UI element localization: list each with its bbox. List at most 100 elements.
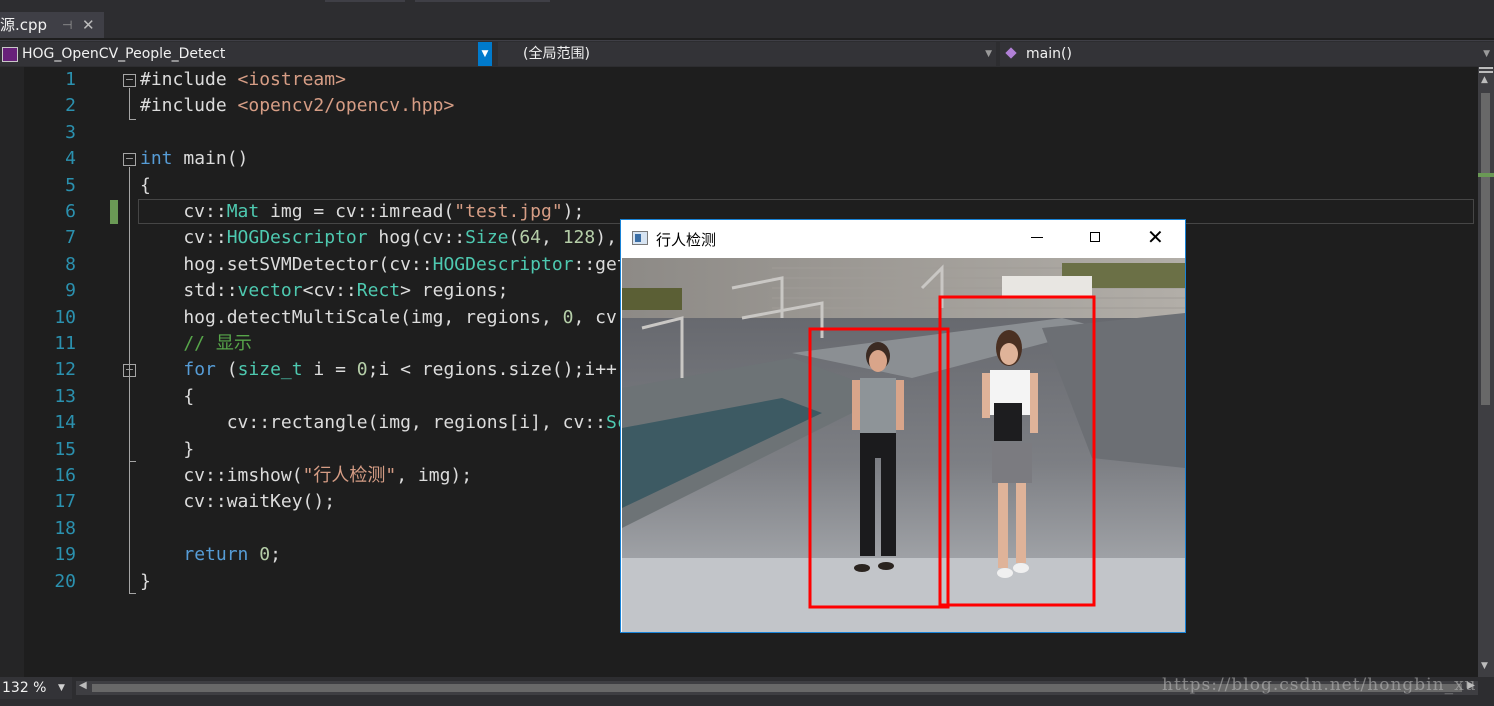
code-token: 128 bbox=[562, 227, 596, 249]
window-title: 行人检测 bbox=[656, 231, 717, 249]
code-token: img = cv::imread( bbox=[259, 201, 455, 222]
chevron-down-icon[interactable]: ▼ bbox=[58, 677, 65, 699]
line-number: 18 bbox=[54, 517, 76, 539]
collapse-icon[interactable]: − bbox=[123, 153, 136, 166]
scrollbar-thumb[interactable] bbox=[1481, 93, 1490, 405]
line-number: 13 bbox=[54, 385, 76, 407]
code-token: hog(cv:: bbox=[367, 227, 466, 249]
code-line[interactable]: cv::Mat img = cv::imread("test.jpg"); bbox=[140, 199, 584, 225]
code-token: return bbox=[183, 544, 249, 566]
split-handle-icon[interactable] bbox=[1479, 67, 1493, 73]
code-line[interactable]: return 0; bbox=[140, 542, 281, 568]
project-dropdown[interactable]: HOG_OpenCV_People_Detect ▼ bbox=[0, 42, 492, 66]
code-token: cv:: bbox=[140, 201, 227, 222]
tab-source-file[interactable]: 源.cpp ⊣ ✕ bbox=[0, 12, 104, 38]
line-number: 10 bbox=[54, 306, 76, 328]
code-token: "test.jpg" bbox=[454, 201, 563, 222]
code-token: { bbox=[140, 174, 151, 196]
window-titlebar[interactable]: 行人检测 ✕ bbox=[621, 220, 1185, 258]
pin-icon[interactable]: ⊣ bbox=[62, 12, 72, 38]
scroll-down-icon[interactable]: ▼ bbox=[1481, 661, 1488, 671]
project-icon bbox=[2, 47, 18, 62]
minimize-button[interactable] bbox=[1009, 220, 1067, 256]
tab-label: 源.cpp bbox=[0, 16, 48, 34]
code-line[interactable]: { bbox=[140, 384, 194, 410]
line-number: 4 bbox=[65, 148, 76, 170]
code-token: size_t bbox=[237, 359, 303, 381]
code-line[interactable]: int main() bbox=[140, 146, 248, 172]
code-line[interactable]: cv::imshow("行人检测", img); bbox=[140, 463, 472, 489]
code-line[interactable]: #include <opencv2/opencv.hpp> bbox=[140, 93, 454, 119]
code-token: hog.setSVMDetector(cv:: bbox=[140, 253, 433, 275]
line-number: 20 bbox=[54, 570, 76, 592]
code-token: 0 bbox=[562, 306, 574, 328]
code-token: vector bbox=[237, 280, 303, 302]
close-button[interactable]: ✕ bbox=[1125, 220, 1183, 256]
scrollbar-change-mark bbox=[1478, 173, 1494, 177]
code-token: "行人检测" bbox=[302, 465, 397, 486]
maximize-button[interactable] bbox=[1067, 220, 1125, 256]
code-token: std:: bbox=[140, 280, 238, 302]
collapse-icon[interactable]: − bbox=[123, 74, 136, 87]
code-line[interactable]: for (size_t i = 0;i < regions.size();i++… bbox=[140, 357, 627, 383]
project-name: HOG_OpenCV_People_Detect bbox=[22, 46, 226, 62]
scroll-up-icon[interactable]: ▲ bbox=[1481, 75, 1488, 85]
hedge bbox=[622, 288, 682, 310]
outline-guide bbox=[129, 88, 130, 119]
chevron-down-icon[interactable]: ▼ bbox=[985, 42, 992, 66]
vertical-scrollbar[interactable]: ▲ ▼ bbox=[1478, 67, 1494, 677]
code-token: cv::imshow( bbox=[140, 465, 303, 486]
zoom-level: 132 % bbox=[2, 680, 47, 696]
outline-guide bbox=[129, 167, 130, 593]
code-line[interactable]: } bbox=[140, 437, 194, 463]
scope-name: (全局范围) bbox=[523, 46, 590, 62]
code-token: Rect bbox=[356, 280, 401, 302]
collapse-icon[interactable]: − bbox=[123, 364, 136, 377]
code-line[interactable]: cv::rectangle(img, regions[i], cv::Sc bbox=[140, 410, 628, 436]
chevron-down-icon[interactable]: ▼ bbox=[478, 42, 492, 66]
close-icon[interactable]: ✕ bbox=[82, 12, 95, 38]
code-token: #include bbox=[140, 69, 238, 90]
minimize-icon bbox=[1031, 237, 1043, 238]
code-token: ), bbox=[595, 227, 617, 249]
line-number: 8 bbox=[65, 253, 76, 275]
outline-guide-end bbox=[129, 593, 136, 594]
function-name: main() bbox=[1026, 46, 1072, 62]
code-token: // 显示 bbox=[140, 333, 252, 354]
line-number: 17 bbox=[54, 491, 76, 513]
code-line[interactable]: cv::HOGDescriptor hog(cv::Size(64, 128), bbox=[140, 225, 617, 251]
code-line[interactable]: // 显示 bbox=[140, 331, 252, 357]
code-line[interactable]: cv::waitKey(); bbox=[140, 489, 335, 515]
code-token: i = bbox=[302, 359, 357, 381]
code-line[interactable]: hog.detectMultiScale(img, regions, 0, cv… bbox=[140, 305, 627, 331]
code-line[interactable]: } bbox=[140, 569, 151, 595]
code-token: int bbox=[140, 148, 173, 170]
line-number: 2 bbox=[65, 95, 76, 117]
line-number: 12 bbox=[54, 359, 76, 381]
tab-strip-divider bbox=[325, 0, 405, 2]
zoom-dropdown[interactable]: 132 % ▼ bbox=[0, 677, 72, 699]
code-token: > regions; bbox=[400, 280, 509, 302]
code-token: ; bbox=[270, 544, 281, 566]
code-token: <opencv2/opencv.hpp> bbox=[237, 95, 455, 117]
tab-strip-divider bbox=[415, 0, 550, 2]
code-line[interactable]: hog.setSVMDetector(cv::HOGDescriptor::ge… bbox=[140, 252, 627, 278]
code-line[interactable]: #include <iostream> bbox=[140, 67, 346, 93]
code-token: <cv:: bbox=[302, 280, 357, 302]
chevron-down-icon[interactable]: ▼ bbox=[1483, 42, 1490, 66]
editor-bottom-bar: 132 % ▼ ◀ ▶ https://blog.csdn.net/hongbi… bbox=[0, 675, 1494, 706]
watermark-text: https://blog.csdn.net/hongbin_xu bbox=[1162, 675, 1477, 695]
outline-guide-end bbox=[129, 461, 136, 462]
line-number: 15 bbox=[54, 438, 76, 460]
code-line[interactable]: std::vector<cv::Rect> regions; bbox=[140, 278, 509, 304]
line-number: 5 bbox=[65, 174, 76, 196]
code-line[interactable]: { bbox=[140, 173, 151, 199]
scroll-left-icon[interactable]: ◀ bbox=[79, 680, 87, 691]
function-dropdown[interactable]: main() ▼ bbox=[1000, 42, 1494, 66]
tab-strip: 源.cpp ⊣ ✕ bbox=[0, 0, 1494, 38]
scope-dropdown[interactable]: (全局范围) ▼ bbox=[498, 42, 996, 66]
image-window[interactable]: 行人检测 ✕ bbox=[620, 219, 1186, 633]
